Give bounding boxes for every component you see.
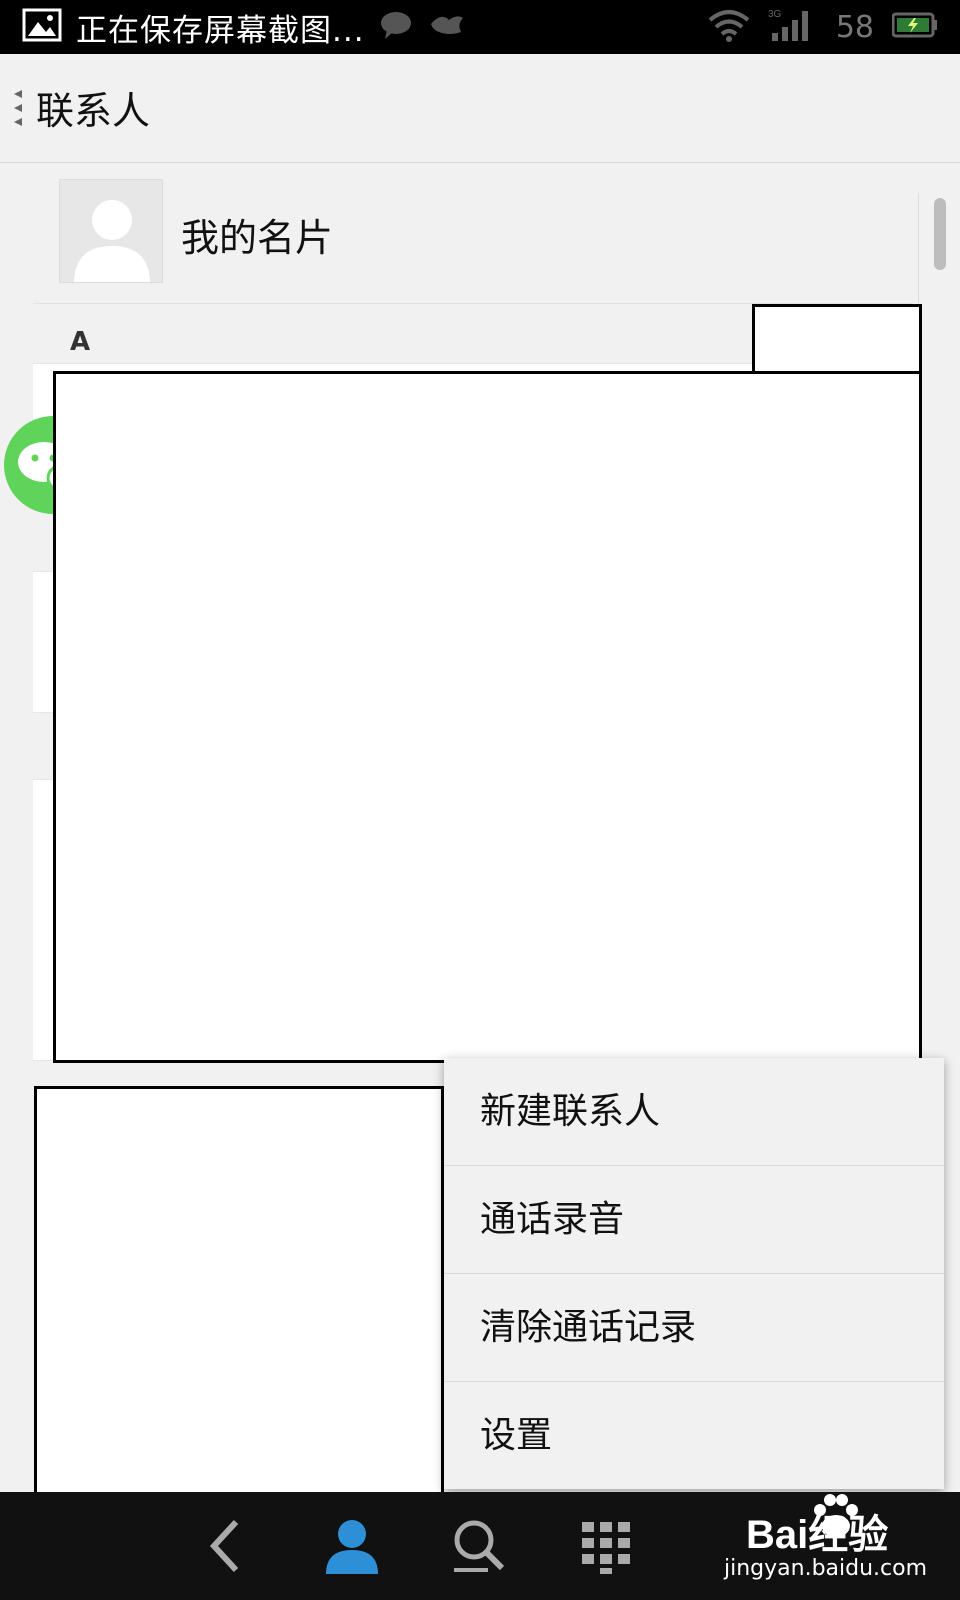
battery-charging-icon <box>891 12 938 42</box>
search-button[interactable] <box>448 1516 508 1576</box>
back-button[interactable] <box>196 1516 256 1576</box>
contacts-tab-button[interactable] <box>322 1516 382 1576</box>
title-bar: 联系人 <box>0 54 960 163</box>
screenshot-icon <box>22 8 62 46</box>
overflow-menu: 新建联系人 通话录音 清除通话记录 设置 <box>444 1058 944 1489</box>
menu-item-call-recording[interactable]: 通话录音 <box>444 1166 944 1274</box>
bird-icon <box>427 10 467 44</box>
chevron-left-icon <box>209 1519 239 1573</box>
baidu-jingyan-watermark: Bai经验 jingyan.baidu.com <box>710 1494 950 1594</box>
watermark-brand: Bai经验 <box>746 1513 889 1557</box>
my-card-row[interactable]: 我的名片 <box>33 163 913 304</box>
person-icon <box>326 1520 378 1574</box>
redaction-box <box>752 304 922 379</box>
status-left: 正在保存屏幕截图... <box>22 0 467 54</box>
status-bar: 正在保存屏幕截图... 3G 58 <box>0 0 960 54</box>
search-icon <box>454 1520 505 1572</box>
scrollbar[interactable] <box>934 198 946 270</box>
dialpad-icon <box>582 1522 630 1574</box>
section-header-a: A <box>70 327 91 357</box>
page-title: 联系人 <box>36 89 151 133</box>
wifi-icon <box>708 8 750 46</box>
battery-percent: 58 <box>835 9 874 45</box>
drawer-indicator-icon[interactable] <box>12 88 24 132</box>
status-notification-text: 正在保存屏幕截图... <box>76 12 365 49</box>
my-card-label: 我的名片 <box>181 216 334 260</box>
menu-item-new-contact[interactable]: 新建联系人 <box>444 1058 944 1166</box>
menu-item-clear-call-log[interactable]: 清除通话记录 <box>444 1274 944 1382</box>
network-type-label: 3G <box>768 9 782 20</box>
redaction-box <box>34 1086 444 1516</box>
avatar <box>59 179 163 283</box>
menu-item-settings[interactable]: 设置 <box>444 1382 944 1489</box>
watermark-url: jingyan.baidu.com <box>724 1556 928 1581</box>
message-bubble-icon <box>379 10 413 44</box>
status-right: 3G 58 <box>708 0 938 54</box>
redaction-box <box>53 371 922 1063</box>
signal-3g-icon: 3G <box>768 7 818 47</box>
dialpad-button[interactable] <box>576 1516 636 1576</box>
